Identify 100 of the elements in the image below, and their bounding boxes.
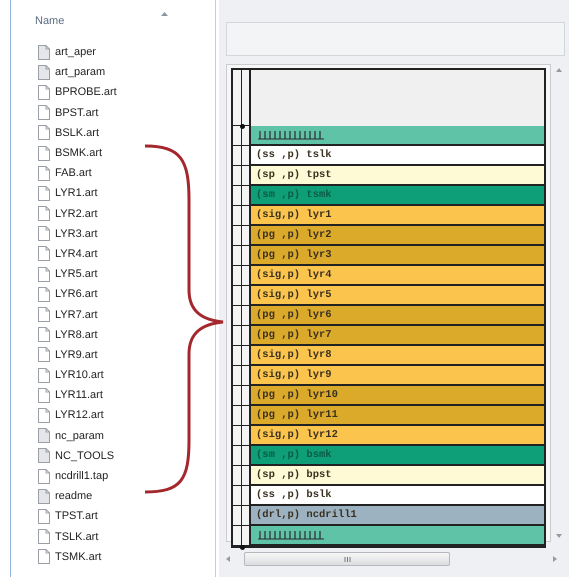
file-icon <box>38 105 50 120</box>
layer-row[interactable]: (pg ,p) lyr6 <box>251 306 544 326</box>
file-icon <box>38 368 50 383</box>
hatch-pattern-drawing <box>256 530 326 540</box>
side-cell <box>242 126 251 146</box>
file-name[interactable]: NC_TOOLS <box>55 450 114 462</box>
layer-row[interactable]: (sig,p) lyr4 <box>251 266 544 286</box>
side-cell <box>242 466 251 486</box>
file-icon <box>38 206 50 222</box>
layer-row[interactable]: (sp ,p) tpst <box>251 166 544 186</box>
file-icon <box>38 266 50 282</box>
file-name[interactable]: TSMK.art <box>55 550 102 563</box>
file-icon <box>38 508 50 524</box>
text-field[interactable] <box>226 22 565 56</box>
layer-row[interactable]: (drl,p) ncdrill1 <box>251 506 544 526</box>
side-cell <box>242 486 251 506</box>
layer-row[interactable]: (sig,p) lyr5 <box>251 286 544 306</box>
layer-row[interactable]: (sp ,p) bpst <box>251 466 544 486</box>
file-name[interactable]: BPST.art <box>55 106 98 119</box>
side-cell <box>242 426 251 446</box>
layer-row[interactable]: (pg ,p) lyr10 <box>251 386 544 406</box>
node-dot-icon <box>240 545 245 550</box>
hatch-row[interactable] <box>251 526 544 546</box>
file-icon <box>38 549 50 564</box>
file-name[interactable]: TPST.art <box>55 510 98 522</box>
scroll-up-icon[interactable] <box>556 68 562 72</box>
layer-row[interactable]: (pg ,p) lyr7 <box>251 326 544 346</box>
file-icon <box>38 388 50 403</box>
layer-row[interactable]: (pg ,p) lyr11 <box>251 406 544 426</box>
scroll-down-icon[interactable] <box>556 534 562 538</box>
file-name[interactable]: LYR9.art <box>55 348 98 361</box>
side-cell <box>242 346 251 366</box>
layer-row[interactable]: (pg ,p) lyr2 <box>251 226 544 246</box>
file-name[interactable]: BSLK.art <box>55 126 100 139</box>
file-icon <box>38 64 50 80</box>
scroll-left-icon[interactable] <box>226 556 230 562</box>
layer-row[interactable]: (ss ,p) bslk <box>251 486 544 506</box>
file-icon <box>38 448 50 464</box>
layer-row[interactable]: (sig,p) lyr9 <box>251 366 544 386</box>
file-icon <box>38 246 50 262</box>
file-icon <box>38 166 50 181</box>
side-cell <box>242 406 251 426</box>
layer-row[interactable]: (sig,p) lyr8 <box>251 346 544 366</box>
side-cell <box>242 506 251 526</box>
side-cell <box>242 446 251 466</box>
side-cell <box>242 226 251 246</box>
file-name[interactable]: LYR5.art <box>55 268 98 280</box>
side-cell <box>242 146 251 166</box>
file-name[interactable]: nc_param <box>55 430 104 442</box>
side-cell <box>242 386 251 406</box>
file-icon <box>38 226 50 242</box>
file-name[interactable]: LYR1.art <box>55 187 98 200</box>
node-dot-icon <box>240 124 245 129</box>
hatch-pattern-drawing <box>256 130 326 140</box>
file-name[interactable]: LYR3.art <box>55 228 98 240</box>
file-icon <box>38 529 50 544</box>
file-name[interactable]: TSLK.art <box>55 530 98 543</box>
file-icon <box>38 408 50 423</box>
layer-row[interactable]: (sig,p) lyr12 <box>251 426 544 446</box>
file-name[interactable]: LYR10.art <box>55 369 104 382</box>
file-name[interactable]: BPROBE.art <box>55 86 117 98</box>
file-icon <box>38 44 50 60</box>
file-icon <box>38 146 50 161</box>
grip-icon <box>344 556 350 562</box>
file-icon <box>38 307 50 322</box>
layer-row[interactable]: (pg ,p) lyr3 <box>251 246 544 266</box>
side-cell <box>242 266 251 286</box>
scroll-right-icon[interactable] <box>553 556 557 562</box>
scrollbar-thumb[interactable] <box>244 552 450 566</box>
layer-row[interactable]: (ss ,p) tslk <box>251 146 544 166</box>
file-name[interactable]: LYR11.art <box>55 389 103 402</box>
column-header[interactable]: Name <box>35 15 64 27</box>
layer-row[interactable]: (sig,p) lyr1 <box>251 206 544 226</box>
side-cell <box>242 366 251 386</box>
file-name[interactable]: art_aper <box>55 46 96 58</box>
file-icon <box>38 327 50 342</box>
side-cell <box>242 246 251 266</box>
file-name[interactable]: art_param <box>55 66 106 78</box>
side-cell <box>242 206 251 226</box>
file-name[interactable]: LYR7.art <box>55 308 98 321</box>
sort-caret-icon <box>161 12 168 16</box>
file-icon <box>38 84 50 100</box>
file-icon <box>38 347 50 362</box>
file-icon <box>38 125 50 140</box>
file-name[interactable]: LYR12.art <box>55 409 104 422</box>
side-cell <box>242 306 251 326</box>
file-name[interactable]: ncdrill1.tap <box>55 470 108 482</box>
file-name[interactable]: LYR2.art <box>55 208 98 220</box>
hatch-row[interactable] <box>251 126 544 146</box>
file-name[interactable]: LYR8.art <box>55 328 98 341</box>
side-cell <box>242 326 251 346</box>
file-name[interactable]: readme <box>55 490 92 502</box>
side-cell <box>242 286 251 306</box>
file-name[interactable]: BSMK.art <box>55 147 102 160</box>
file-icon <box>38 468 50 484</box>
file-name[interactable]: LYR4.art <box>55 248 98 260</box>
side-cell <box>242 166 251 186</box>
file-icon <box>38 286 50 302</box>
file-name[interactable]: FAB.art <box>55 167 92 180</box>
file-name[interactable]: LYR6.art <box>55 288 98 300</box>
